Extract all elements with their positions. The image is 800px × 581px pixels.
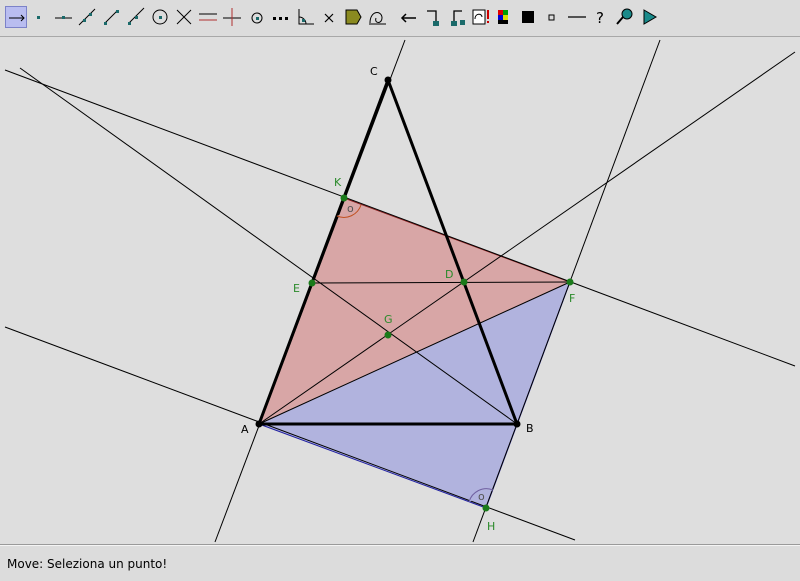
status-message: Move: Seleziona un punto!	[7, 557, 168, 571]
tool-macro[interactable]	[470, 6, 492, 28]
midpoint-icon	[251, 12, 263, 24]
tool-point-style[interactable]	[542, 6, 564, 28]
tool-ray[interactable]	[124, 6, 146, 28]
label-e: E	[293, 282, 300, 295]
help-icon: ?	[596, 9, 604, 27]
tool-delete[interactable]	[318, 6, 340, 28]
intersection-icon	[176, 9, 192, 25]
point-d[interactable]	[460, 278, 468, 286]
drawing-canvas[interactable]: o o A B C D E F G H K	[0, 37, 800, 545]
tool-circle[interactable]	[149, 6, 171, 28]
tool-segment[interactable]	[100, 6, 122, 28]
label-b: B	[526, 422, 534, 435]
tool-parallel[interactable]	[197, 6, 219, 28]
dotted-line-icon	[273, 17, 288, 20]
tool-color[interactable]	[494, 6, 516, 28]
right-angle-dot-k: o	[347, 202, 354, 215]
label-g: G	[384, 313, 393, 326]
point-f[interactable]	[566, 278, 574, 286]
delete-x-icon	[324, 13, 334, 23]
tool-play[interactable]	[638, 6, 660, 28]
line-icon	[78, 8, 96, 26]
point-on-line-icon	[55, 16, 72, 19]
point-icon	[37, 16, 40, 19]
tool-step-back[interactable]	[446, 6, 468, 28]
step-back-icon	[451, 10, 465, 26]
tool-line[interactable]	[76, 6, 98, 28]
move-arrow-icon	[9, 14, 25, 22]
toolbar: ?	[0, 0, 800, 37]
point-b[interactable]	[513, 420, 521, 428]
tool-perpendicular[interactable]	[221, 6, 243, 28]
point-c[interactable]	[384, 76, 392, 84]
angle-icon	[298, 9, 314, 25]
svg-text:?: ?	[596, 9, 604, 27]
perpendicular-line-icon	[223, 8, 241, 26]
tool-undo[interactable]	[398, 6, 420, 28]
ray-icon	[128, 7, 145, 25]
right-angle-dot-h: o	[478, 490, 485, 503]
locus-icon	[369, 12, 386, 25]
segment-icon	[104, 10, 119, 25]
tool-point[interactable]	[28, 6, 50, 28]
polygon-fill-icon	[345, 9, 362, 25]
tool-angle[interactable]	[294, 6, 316, 28]
label-f: F	[569, 292, 575, 305]
point-h[interactable]	[482, 504, 490, 512]
macro-icon	[472, 9, 489, 25]
point-style-icon	[548, 14, 555, 21]
line-style-icon	[568, 16, 586, 18]
magnifier-icon	[616, 8, 633, 25]
tool-move[interactable]	[5, 6, 27, 28]
point-e[interactable]	[308, 279, 316, 287]
fill-square-icon	[522, 11, 534, 23]
tool-midpoint[interactable]	[246, 6, 268, 28]
label-d: D	[445, 268, 453, 281]
tool-locus[interactable]	[366, 6, 388, 28]
tool-polygon[interactable]	[342, 6, 364, 28]
tool-point-on-line[interactable]	[52, 6, 74, 28]
label-a: A	[241, 423, 249, 436]
point-g[interactable]	[384, 331, 392, 339]
play-icon	[643, 9, 657, 25]
tool-line-style[interactable]	[566, 6, 588, 28]
tool-magnifier[interactable]	[614, 6, 636, 28]
tool-help[interactable]: ?	[590, 6, 612, 28]
label-c: C	[370, 65, 378, 78]
color-palette-icon	[498, 10, 508, 24]
tool-intersection[interactable]	[173, 6, 195, 28]
tool-fill[interactable]	[518, 6, 540, 28]
status-bar: Move: Seleziona un punto!	[0, 545, 800, 581]
parallel-line-icon	[199, 13, 217, 21]
label-k: K	[334, 176, 342, 189]
tool-dotted[interactable]	[270, 6, 292, 28]
point-a[interactable]	[255, 420, 263, 428]
tool-step-forward[interactable]	[422, 6, 444, 28]
label-h: H	[487, 520, 495, 533]
circle-icon	[152, 9, 168, 25]
geometry-figure: o o A B C D E F G H K	[4, 39, 796, 543]
step-forward-icon	[427, 10, 439, 26]
undo-arrow-icon	[400, 13, 416, 23]
point-k[interactable]	[340, 194, 348, 202]
